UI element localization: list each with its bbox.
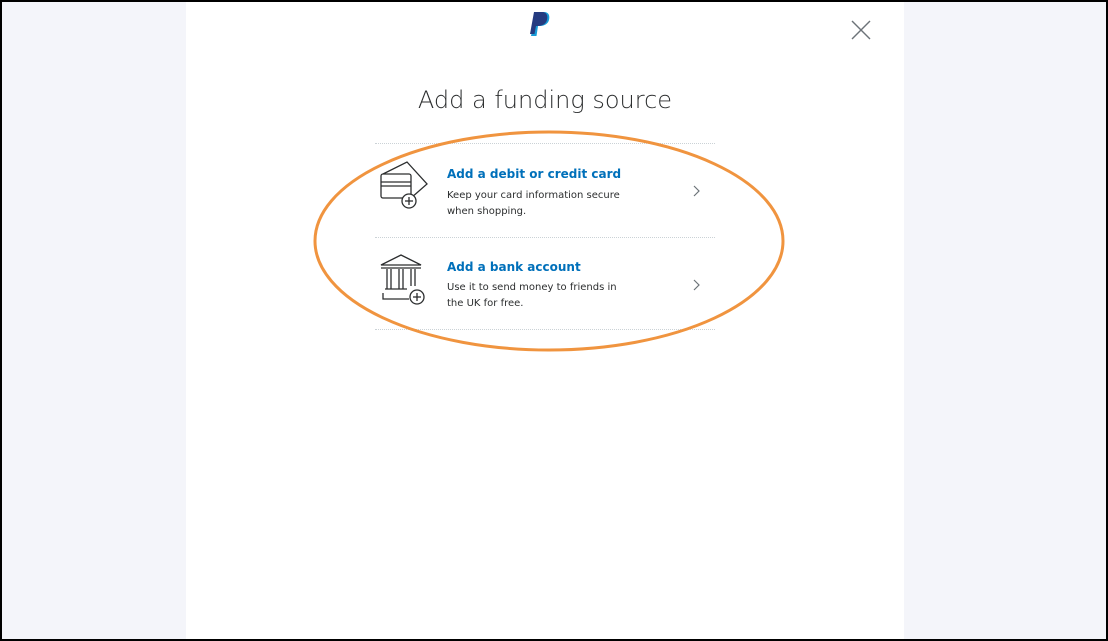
chevron-right-icon xyxy=(693,279,700,291)
add-card-title[interactable]: Add a debit or credit card xyxy=(447,167,621,181)
dialog-title: Add a funding source xyxy=(417,86,673,114)
divider-bottom xyxy=(375,329,715,330)
add-bank-description-line2: the UK for free. xyxy=(447,298,524,309)
chevron-right-icon xyxy=(693,185,700,197)
add-card-description-line1: Keep your card information secure xyxy=(447,190,620,201)
add-bank-description: Use it to send money to friends in the U… xyxy=(447,280,667,312)
add-bank-title[interactable]: Add a bank account xyxy=(447,260,581,274)
divider-middle xyxy=(375,237,715,238)
add-bank-option[interactable]: Add a bank account Use it to send money … xyxy=(375,245,715,331)
card-add-icon xyxy=(380,161,428,209)
bank-add-icon xyxy=(380,254,425,305)
add-bank-description-line1: Use it to send money to friends in xyxy=(447,282,617,293)
add-card-description-line2: when shopping. xyxy=(447,206,527,217)
paypal-logo-icon xyxy=(530,12,550,36)
page-frame: Add a funding source Add a debit or cred… xyxy=(0,0,1108,641)
add-card-option[interactable]: Add a debit or credit card Keep your car… xyxy=(375,152,715,238)
funding-source-dialog: Add a funding source Add a debit or cred… xyxy=(186,2,904,639)
add-card-description: Keep your card information secure when s… xyxy=(447,188,667,220)
close-icon[interactable] xyxy=(850,19,872,41)
divider-top xyxy=(375,143,715,144)
